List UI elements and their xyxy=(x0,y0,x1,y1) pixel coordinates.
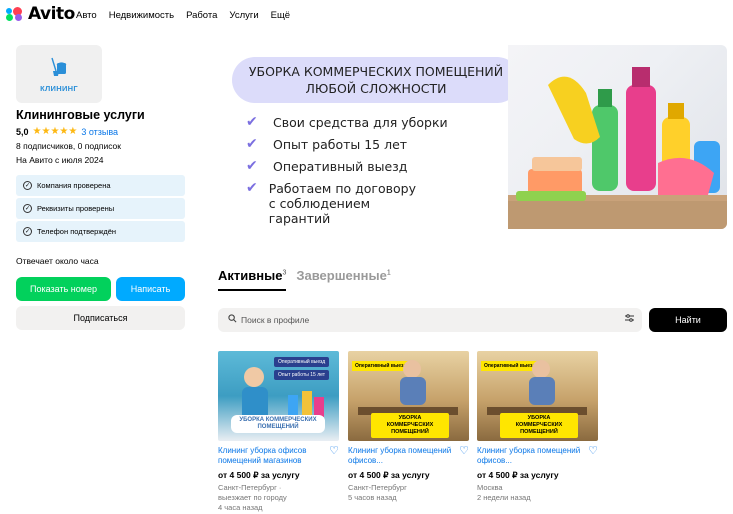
checkmark-icon: ✔ xyxy=(246,180,258,196)
listing-time: 5 часов назад xyxy=(348,493,397,502)
rating-value: 5,0 xyxy=(16,126,29,137)
cleaning-supplies-illustration xyxy=(508,67,727,229)
listing-image[interactable]: Оперативный выезд УБОРКА КОММЕРЧЕСКИХ ПО… xyxy=(348,351,469,441)
favorite-heart-icon[interactable]: ♡ xyxy=(329,444,339,457)
tab-active-count: 3 xyxy=(282,269,287,277)
banner-headline-line1: УБОРКА КОММЕРЧЕСКИХ ПОМЕЩЕНИЙ xyxy=(248,64,504,79)
listing-extra: выезжает по городу xyxy=(218,493,287,502)
nav-item-services[interactable]: Услуги xyxy=(229,10,258,21)
broom-bucket-icon xyxy=(51,57,67,76)
listing-location: Москва xyxy=(477,483,503,492)
tab-active-label: Активные xyxy=(218,268,283,283)
favorite-heart-icon[interactable]: ♡ xyxy=(459,444,469,457)
find-button[interactable]: Найти xyxy=(649,308,727,332)
benefit-item: ✔ Свои средства для уборки xyxy=(246,114,448,131)
check-circle-icon: ✓ xyxy=(23,204,32,213)
checkmark-icon: ✔ xyxy=(246,114,258,130)
listing-title[interactable]: Клининг уборка помещений офисов... xyxy=(348,446,453,466)
nav-item-jobs[interactable]: Работа xyxy=(186,10,217,21)
check-circle-icon: ✓ xyxy=(23,181,32,190)
tab-completed-label: Завершенные xyxy=(296,268,387,283)
cleaning-supplies-image xyxy=(508,45,727,229)
listing-price: от 4 500 ₽ за услугу xyxy=(218,470,300,480)
banner-headline: УБОРКА КОММЕРЧЕСКИХ ПОМЕЩЕНИЙ ЛЮБОЙ СЛОЖ… xyxy=(232,57,520,103)
company-name: Клининговые услуги xyxy=(16,108,145,122)
rating-row: 5,0 ★★★★★ 3 отзыва xyxy=(16,126,118,137)
logo-label: КЛИНИНГ xyxy=(40,83,78,93)
member-since: На Авито с июля 2024 xyxy=(16,155,104,165)
listing-price: от 4 500 ₽ за услугу xyxy=(348,470,430,480)
favorite-heart-icon[interactable]: ♡ xyxy=(588,444,598,457)
logo-dots-icon xyxy=(6,5,26,23)
verification-label: Телефон подтверждён xyxy=(37,227,117,236)
nav-item-auto[interactable]: Авто xyxy=(76,10,97,21)
listing-location: Санкт-Петербург xyxy=(348,483,407,492)
listing-image[interactable]: Оперативный выезд Опыт работы 15 лет УБО… xyxy=(218,351,339,441)
verification-item: ✓ Телефон подтверждён xyxy=(16,221,185,242)
listing-tabs: Активные3 Завершенные1 xyxy=(218,268,401,291)
nav-item-more[interactable]: Ещё xyxy=(271,10,290,21)
benefit-text: Опыт работы 15 лет xyxy=(273,137,408,152)
benefit-item: ✔ Оперативный выезд xyxy=(246,158,448,175)
check-circle-icon: ✓ xyxy=(23,227,32,236)
answer-time: Отвечает около часа xyxy=(16,256,99,266)
checkmark-icon: ✔ xyxy=(246,136,258,152)
profile-banner: УБОРКА КОММЕРЧЕСКИХ ПОМЕЩЕНИЙ ЛЮБОЙ СЛОЖ… xyxy=(218,45,727,229)
benefit-text: Работаем по договору с соблюдением гаран… xyxy=(268,181,416,226)
listing-card[interactable]: Оперативный выезд УБОРКА КОММЕРЧЕСКИХ ПО… xyxy=(477,351,598,503)
listing-title[interactable]: Клининг уборка помещений офисов... xyxy=(477,446,582,466)
banner-headline-line2: ЛЮБОЙ СЛОЖНОСТИ xyxy=(305,81,447,96)
main-nav: Авто Недвижимость Работа Услуги Ещё xyxy=(76,10,302,21)
search-input[interactable] xyxy=(241,315,601,325)
profile-search xyxy=(218,308,642,332)
rating-stars-icon: ★★★★★ xyxy=(32,126,78,137)
logo-text: Avito xyxy=(28,4,75,24)
listing-title[interactable]: Клининг уборка офисов помещений магазино… xyxy=(218,446,323,466)
listing-image[interactable]: Оперативный выезд УБОРКА КОММЕРЧЕСКИХ ПО… xyxy=(477,351,598,441)
verification-label: Реквизиты проверены xyxy=(37,204,115,213)
show-phone-button[interactable]: Показать номер xyxy=(16,277,111,301)
listing-time: 2 недели назад xyxy=(477,493,531,502)
listing-overlay-label: УБОРКА КОММЕРЧЕСКИХ ПОМЕЩЕНИЙ xyxy=(231,415,325,433)
search-icon xyxy=(228,314,237,326)
benefit-text: Свои средства для уборки xyxy=(273,115,448,130)
listing-time: 4 часа назад xyxy=(218,503,263,512)
nav-item-realty[interactable]: Недвижимость xyxy=(109,10,174,21)
benefit-item: ✔ Работаем по договору с соблюдением гара… xyxy=(246,180,421,227)
verification-item: ✓ Компания проверена xyxy=(16,175,185,196)
benefit-item: ✔ Опыт работы 15 лет xyxy=(246,136,448,153)
top-bar: Avito Авто Недвижимость Работа Услуги Ещ… xyxy=(0,0,733,30)
filter-icon[interactable] xyxy=(625,314,634,324)
checkmark-icon: ✔ xyxy=(246,158,258,174)
verification-label: Компания проверена xyxy=(37,181,111,190)
verification-item: ✓ Реквизиты проверены xyxy=(16,198,185,219)
verification-list: ✓ Компания проверена ✓ Реквизиты провере… xyxy=(16,175,185,244)
avito-logo[interactable]: Avito xyxy=(6,4,75,24)
listing-overlay-label: УБОРКА КОММЕРЧЕСКИХ ПОМЕЩЕНИЙ xyxy=(500,413,578,438)
listing-price: от 4 500 ₽ за услугу xyxy=(477,470,559,480)
listing-card[interactable]: Оперативный выезд УБОРКА КОММЕРЧЕСКИХ ПО… xyxy=(348,351,469,503)
banner-benefits: ✔ Свои средства для уборки ✔ Опыт работы 1… xyxy=(246,115,448,229)
subscribers-count: 8 подписчиков, 0 подписок xyxy=(16,141,121,151)
tab-completed-count: 1 xyxy=(386,269,391,277)
subscribe-button[interactable]: Подписаться xyxy=(16,306,185,330)
listing-overlay-label: УБОРКА КОММЕРЧЕСКИХ ПОМЕЩЕНИЙ xyxy=(371,413,449,438)
listing-location: Санкт-Петербург · xyxy=(218,483,282,492)
tab-active[interactable]: Активные3 xyxy=(218,268,287,291)
write-button[interactable]: Написать xyxy=(116,277,185,301)
company-logo: КЛИНИНГ xyxy=(16,45,102,103)
tab-completed[interactable]: Завершенные1 xyxy=(296,268,390,283)
reviews-link[interactable]: 3 отзыва xyxy=(81,127,118,137)
listing-card[interactable]: Оперативный выезд Опыт работы 15 лет УБО… xyxy=(218,351,339,513)
benefit-text: Оперативный выезд xyxy=(273,159,408,174)
